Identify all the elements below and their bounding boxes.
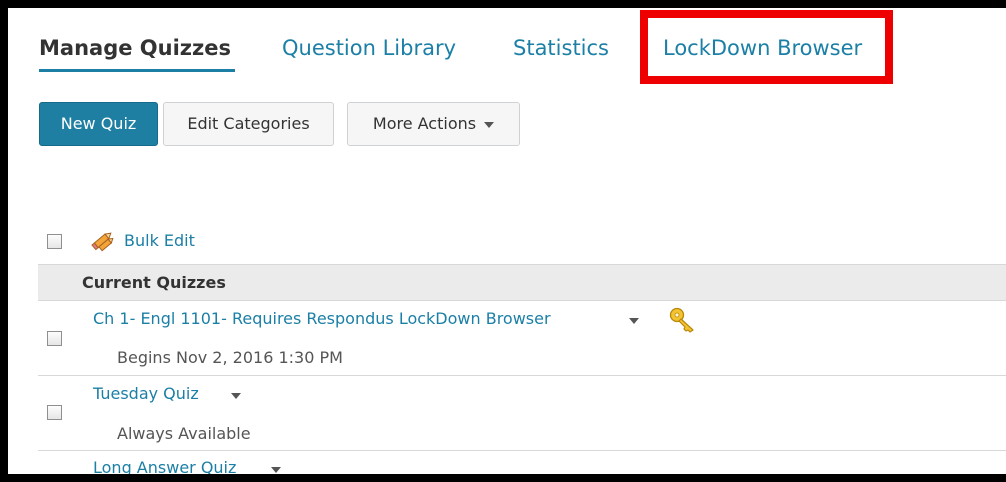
quiz-tabs: Manage Quizzes Question Library Statisti… bbox=[8, 8, 1006, 98]
quiz-row-checkbox[interactable] bbox=[47, 405, 62, 420]
new-quiz-button[interactable]: New Quiz bbox=[39, 102, 158, 146]
chevron-down-icon bbox=[484, 121, 495, 128]
key-icon bbox=[669, 307, 694, 333]
quiz-availability: Always Available bbox=[117, 424, 251, 443]
pencil-icon bbox=[91, 232, 114, 252]
quizzes-page: Manage Quizzes Question Library Statisti… bbox=[8, 8, 1006, 474]
chevron-down-icon[interactable] bbox=[231, 393, 241, 399]
quiz-availability: Begins Nov 2, 2016 1:30 PM bbox=[117, 348, 343, 367]
quiz-title-link[interactable]: Tuesday Quiz bbox=[93, 384, 199, 403]
table-row: Long Answer Quiz bbox=[38, 451, 1006, 474]
quiz-title-link[interactable]: Ch 1- Engl 1101- Requires Respondus Lock… bbox=[93, 309, 551, 328]
lockdown-highlight-box bbox=[640, 10, 893, 84]
edit-categories-button[interactable]: Edit Categories bbox=[163, 102, 334, 146]
current-quizzes-header: Current Quizzes bbox=[38, 264, 1006, 301]
chevron-down-icon[interactable] bbox=[629, 318, 639, 324]
more-actions-label: More Actions bbox=[372, 114, 477, 133]
section-title: Current Quizzes bbox=[82, 273, 226, 292]
tab-statistics[interactable]: Statistics bbox=[513, 36, 609, 60]
bulk-edit-link[interactable]: Bulk Edit bbox=[124, 231, 195, 250]
quiz-row-checkbox[interactable] bbox=[47, 331, 62, 346]
table-row: Tuesday Quiz Always Available bbox=[38, 376, 1006, 451]
chevron-down-icon[interactable] bbox=[271, 467, 281, 473]
more-actions-button[interactable]: More Actions bbox=[347, 102, 520, 146]
select-all-checkbox[interactable] bbox=[47, 234, 62, 249]
tab-question-library[interactable]: Question Library bbox=[282, 36, 456, 60]
active-tab-indicator bbox=[39, 69, 235, 72]
table-row: Ch 1- Engl 1101- Requires Respondus Lock… bbox=[38, 301, 1006, 376]
quiz-title-link[interactable]: Long Answer Quiz bbox=[93, 458, 236, 474]
tab-manage-quizzes[interactable]: Manage Quizzes bbox=[39, 36, 231, 60]
